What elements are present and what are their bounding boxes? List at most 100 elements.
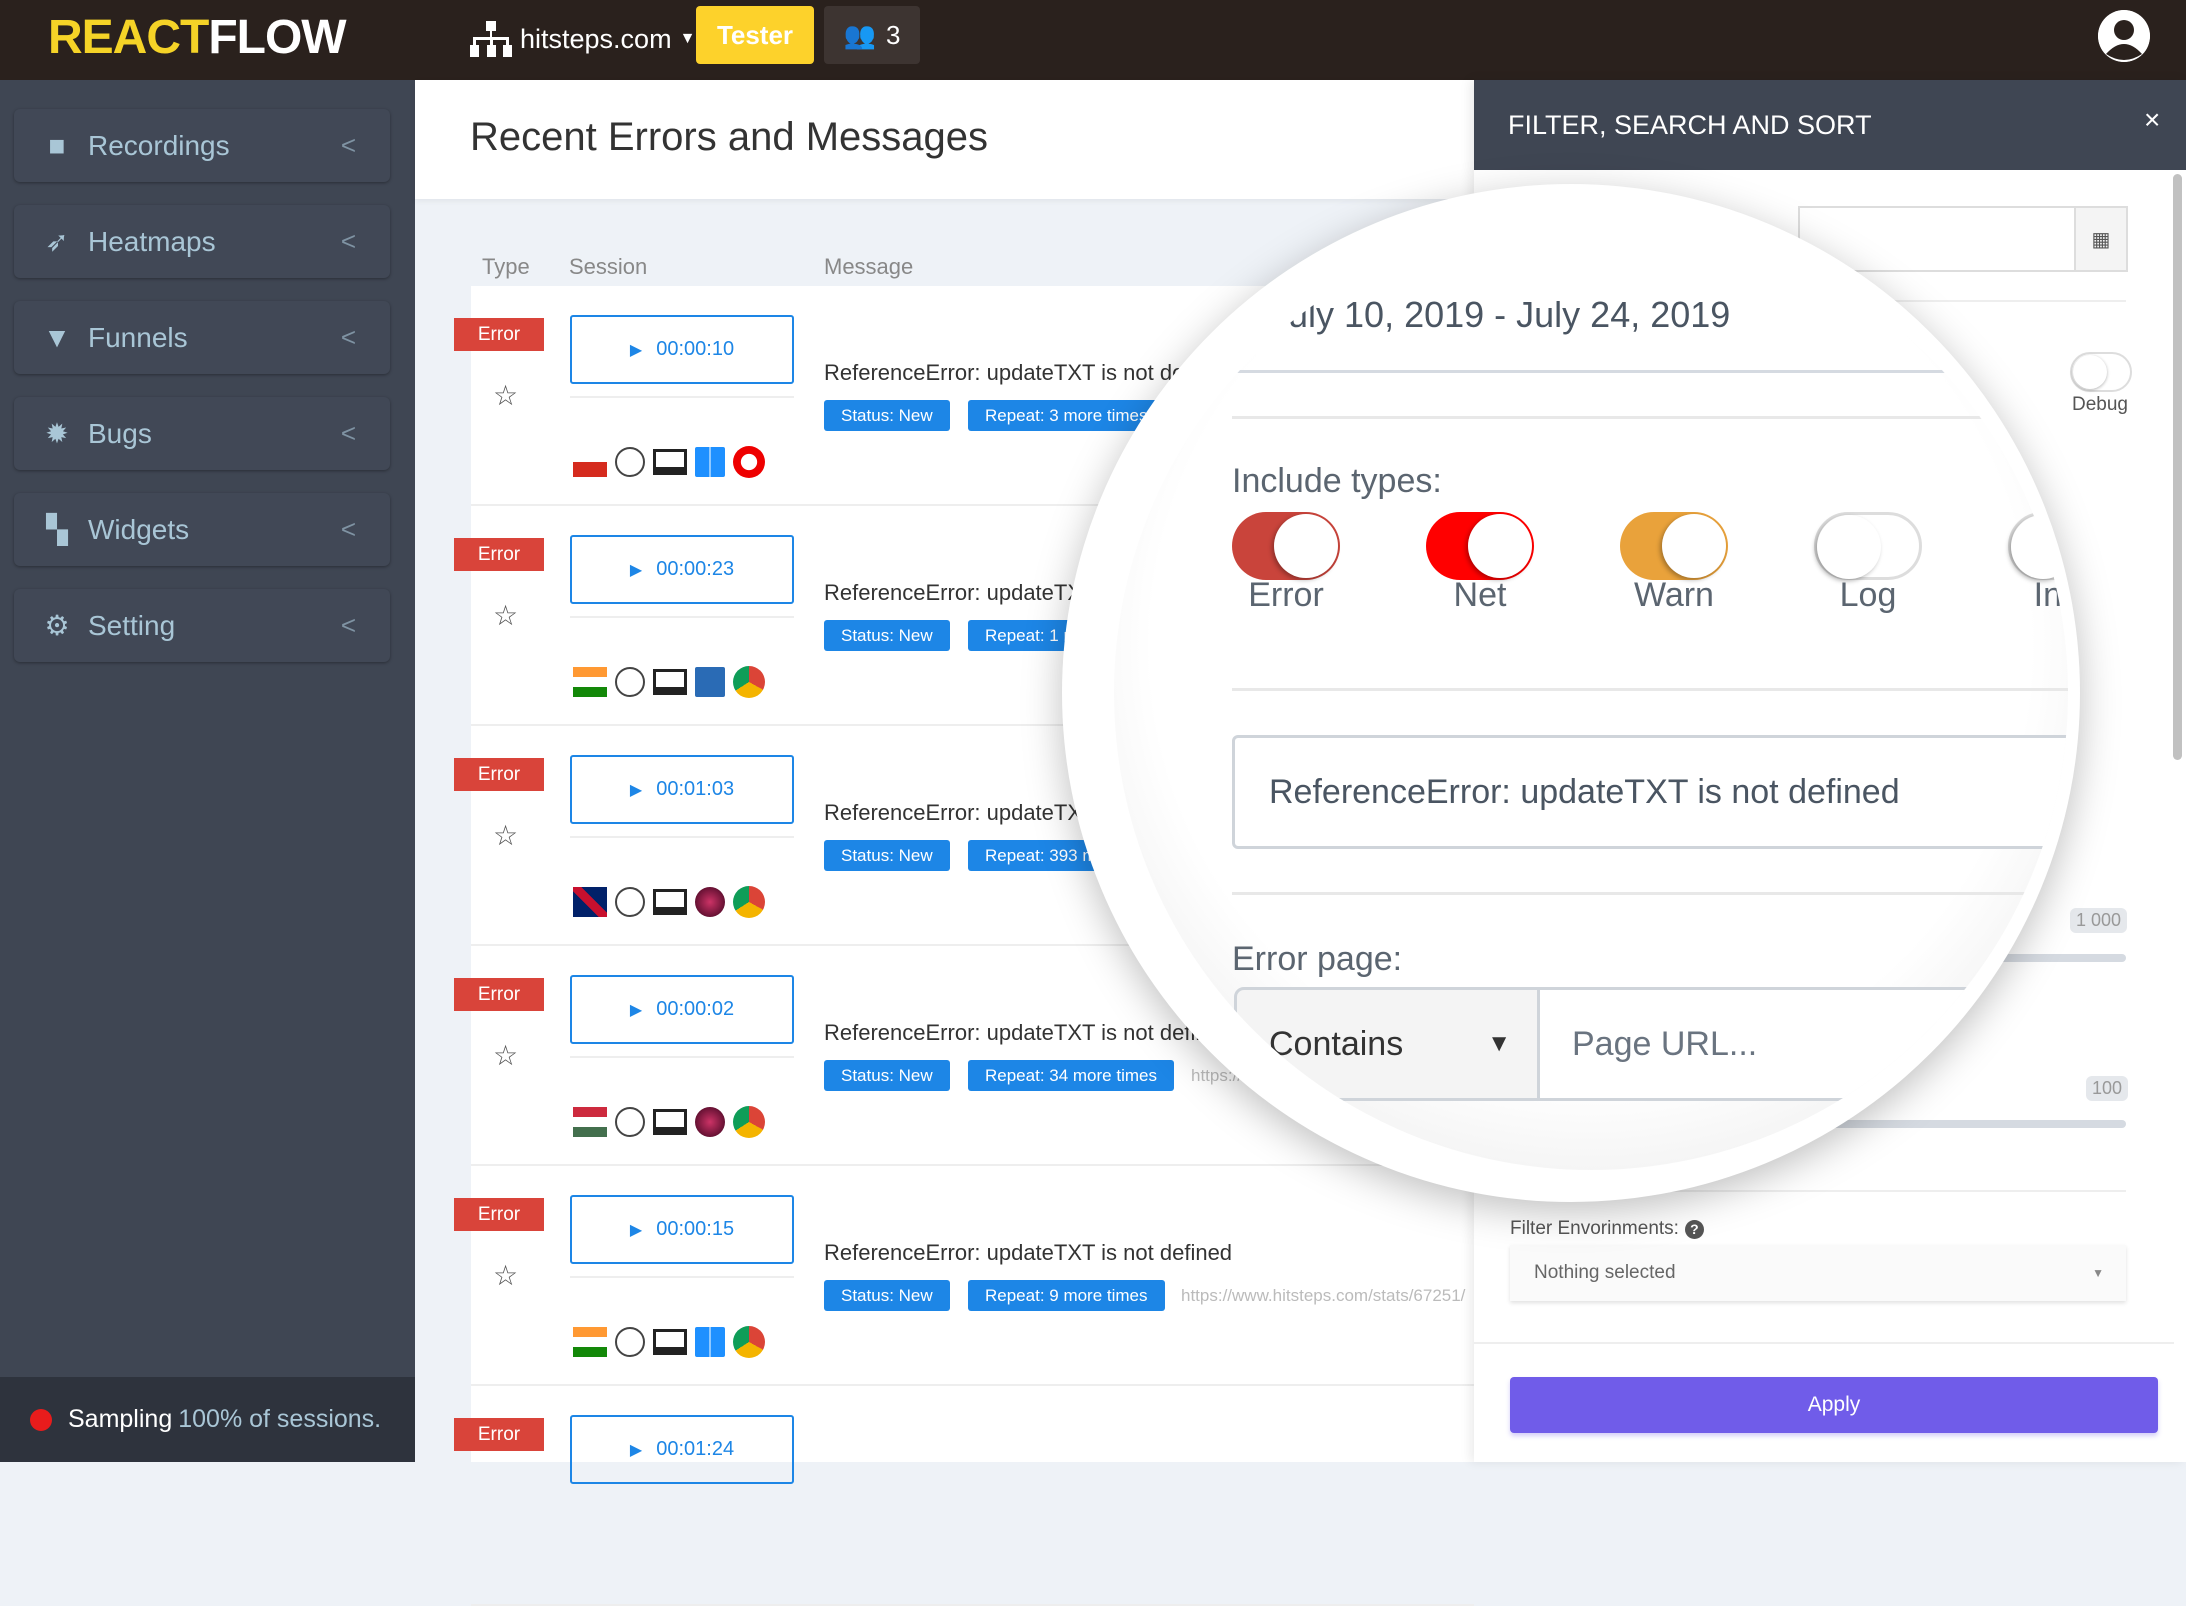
type-badge: Error <box>454 318 544 351</box>
close-icon[interactable]: × <box>2144 104 2160 136</box>
sidebar-item-label: Setting <box>88 609 176 641</box>
divider <box>1232 370 2062 373</box>
desktop-icon <box>653 1329 687 1355</box>
debug-toggle[interactable] <box>2070 352 2132 392</box>
os-windows-7-icon <box>695 667 725 697</box>
match-mode-select[interactable]: Contains ▼ <box>1234 987 1540 1101</box>
flag-uk-icon <box>573 887 607 917</box>
status-badge[interactable]: Status: New <box>824 1280 950 1311</box>
table-row[interactable]: Error ▶ 00:00:15 ☆ ReferenceError: updateT… <box>454 1166 1474 1386</box>
magnifier: July 10, 2019 - July 24, 2019 Include ty… <box>1114 216 2068 1170</box>
toggle-warn[interactable] <box>1620 512 1728 580</box>
chevron-left-icon: < <box>340 322 356 352</box>
browser-chrome-icon <box>733 1326 765 1358</box>
recording-dot-icon <box>30 1408 52 1431</box>
divider <box>1474 1342 2174 1344</box>
date-range-value[interactable]: July 10, 2019 - July 24, 2019 <box>1270 294 1730 336</box>
toggle-net[interactable] <box>1426 512 1534 580</box>
widgets-icon: ▚ <box>46 514 68 545</box>
session-play-button[interactable]: ▶ 00:01:03 <box>570 755 794 824</box>
include-types-label: Include types: <box>1232 462 1442 500</box>
sidebar-item-heatmaps[interactable]: ➶ Heatmaps < <box>14 205 390 278</box>
toggle-label: Info <box>2033 576 2068 614</box>
type-badge: Error <box>454 1418 544 1451</box>
session-play-button[interactable]: ▶ 00:00:23 <box>570 535 794 604</box>
browser-chrome-icon <box>733 666 765 698</box>
session-play-button[interactable]: ▶ 00:00:02 <box>570 975 794 1044</box>
sitemap-icon <box>470 21 512 57</box>
play-icon: ▶ <box>629 561 643 579</box>
session-play-button[interactable]: ▶ 00:01:24 <box>570 1415 794 1484</box>
os-macos-icon <box>695 887 725 917</box>
session-info-icons <box>573 446 765 478</box>
os-windows-icon <box>695 1327 725 1357</box>
repeat-badge[interactable]: Repeat: 9 more times <box>968 1280 1165 1311</box>
table-row[interactable]: Error ▶ 00:01:24 <box>454 1386 1474 1606</box>
sidebar-item-widgets[interactable]: ▚ Widgets < <box>14 493 390 566</box>
filter-panel-title: FILTER, SEARCH AND SORT <box>1474 80 2186 170</box>
type-badge: Error <box>454 758 544 791</box>
sidebar-item-label: Funnels <box>88 321 188 353</box>
star-icon[interactable]: ☆ <box>493 379 518 412</box>
users-icon: 👥 <box>843 19 876 50</box>
sidebar-item-bugs[interactable]: ✹ Bugs < <box>14 397 390 470</box>
logo[interactable]: REACTFLOW <box>48 10 347 65</box>
flag-india-icon <box>573 667 607 697</box>
toggle-log[interactable] <box>1814 512 1922 580</box>
apply-button[interactable]: Apply <box>1510 1377 2158 1433</box>
star-icon[interactable]: ☆ <box>493 1039 518 1072</box>
sidebar-item-recordings[interactable]: ■ Recordings < <box>14 109 390 182</box>
sidebar-item-label: Bugs <box>88 417 152 449</box>
status-badge[interactable]: Status: New <box>824 620 950 651</box>
divider <box>570 396 794 398</box>
error-page-label: Error page: <box>1232 940 1403 978</box>
calendar-icon[interactable]: ▦ <box>2074 206 2128 272</box>
message-search-input[interactable]: ReferenceError: updateTXT is not defined <box>1232 735 2068 849</box>
scrollbar[interactable] <box>2173 174 2182 760</box>
column-header-message: Message <box>824 254 914 279</box>
star-icon[interactable]: ☆ <box>493 1259 518 1292</box>
status-badge[interactable]: Status: New <box>824 840 950 871</box>
star-icon[interactable]: ☆ <box>493 599 518 632</box>
error-url[interactable]: https://www.hitsteps.com/stats/67251/ <box>1181 1286 1465 1306</box>
sidebar-item-setting[interactable]: ⚙ Setting < <box>14 589 390 662</box>
toggle-label: Error <box>1248 576 1324 614</box>
users-button[interactable]: 👥 3 <box>824 6 920 64</box>
toggle-label: Log <box>1839 576 1897 614</box>
divider <box>1232 416 2068 419</box>
star-icon[interactable]: ☆ <box>493 819 518 852</box>
sidebar-item-funnels[interactable]: ▼ Funnels < <box>14 301 390 374</box>
divider <box>570 1056 794 1058</box>
divider <box>570 616 794 618</box>
play-icon: ▶ <box>629 1441 643 1459</box>
desktop-icon <box>653 669 687 695</box>
toggle-error[interactable] <box>1232 512 1340 580</box>
debug-label: Debug <box>2072 394 2128 415</box>
status-badge[interactable]: Status: New <box>824 1060 950 1091</box>
user-avatar-icon[interactable] <box>2098 10 2150 62</box>
session-play-button[interactable]: ▶ 00:00:10 <box>570 315 794 384</box>
range2-max: 100 <box>2086 1076 2129 1101</box>
session-play-button[interactable]: ▶ 00:00:15 <box>570 1195 794 1264</box>
environments-select[interactable]: Nothing selected ▼ <box>1510 1245 2126 1301</box>
status-badge[interactable]: Status: New <box>824 400 950 431</box>
role-badge[interactable]: Tester <box>696 6 814 64</box>
error-message[interactable]: ReferenceError: updateTXT is not defined <box>824 1240 1232 1266</box>
play-icon: ▶ <box>629 781 643 799</box>
type-badge: Error <box>454 978 544 1011</box>
column-header-session: Session <box>569 254 648 279</box>
visits-icon <box>615 667 645 697</box>
visits-icon <box>615 447 645 477</box>
page-url-input[interactable]: Page URL... <box>1540 987 2068 1101</box>
help-icon[interactable]: ? <box>1684 1219 1704 1239</box>
site-selector[interactable]: hitsteps.com ▼ <box>470 18 695 60</box>
play-icon: ▶ <box>629 1001 643 1019</box>
gear-icon: ⚙ <box>44 610 70 641</box>
sidebar-item-label: Recordings <box>88 129 230 161</box>
os-windows-icon <box>695 447 725 477</box>
desktop-icon <box>653 1109 687 1135</box>
page-title: Recent Errors and Messages <box>470 115 989 159</box>
sidebar-item-label: Heatmaps <box>88 225 216 257</box>
toggle-info[interactable] <box>2008 512 2068 580</box>
caret-down-icon: ▼ <box>2092 1266 2104 1280</box>
